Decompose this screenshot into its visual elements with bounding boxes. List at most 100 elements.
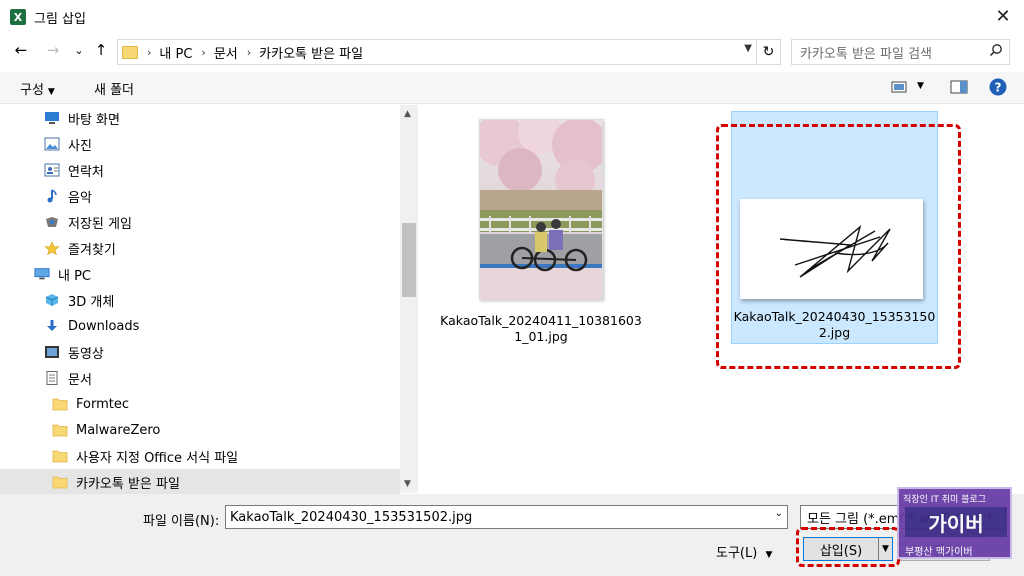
recent-locations-button[interactable]: ⌄ (68, 39, 90, 61)
tree-item[interactable]: Formtec (0, 391, 400, 417)
search-icon (989, 43, 1003, 61)
tools-label: 도구(L) (716, 546, 758, 561)
tree-item-label: 즐겨찾기 (68, 242, 116, 258)
favorites-icon (44, 241, 60, 255)
svg-text:?: ? (995, 81, 1002, 95)
tree-item-label: Downloads (68, 318, 140, 334)
tree-item-label: Formtec (76, 396, 129, 412)
tree-item-label: 카카오톡 받은 파일 (76, 476, 180, 492)
tree-item-label: 문서 (68, 372, 92, 388)
tools-button[interactable]: 도구(L) ▼ (716, 542, 772, 561)
organize-label: 구성 (20, 83, 44, 98)
file-name-line: KakaoTalk_20240411_10381603 (440, 313, 642, 328)
new-folder-button[interactable]: 새 폴더 (94, 79, 134, 98)
watermark-top-text: 직장인 IT 취미 블로그 (903, 495, 986, 505)
tree-item-label: 동영상 (68, 346, 104, 362)
watermark-bottom-text: 부평산 맥가이버 (905, 547, 973, 558)
excel-icon: X (10, 9, 26, 25)
file-name-line: 1_01.jpg (514, 329, 568, 344)
tree-item-label: 바탕 화면 (68, 112, 120, 128)
documents-icon (44, 371, 60, 385)
folder-icon (52, 449, 68, 463)
tree-item[interactable]: 사진 (0, 131, 400, 157)
tree-item[interactable]: 3D 개체 (0, 287, 400, 313)
annotation-highlight (796, 527, 900, 567)
photo-thumbnail (479, 119, 603, 300)
saved-games-icon (44, 215, 60, 229)
scrollbar-thumb[interactable] (402, 223, 416, 297)
view-dropdown-icon[interactable]: ▼ (917, 81, 924, 91)
insert-picture-dialog: X 그림 삽입 ✕ ← → ⌄ ↑ › 내 PC › 문서 › 카카오톡 받은 … (0, 0, 1024, 576)
folder-icon (122, 45, 138, 59)
pc-icon (34, 267, 50, 281)
contacts-icon (44, 163, 60, 177)
tree-scrollbar[interactable]: ▲ ▼ (400, 105, 418, 493)
title-bar: X 그림 삽입 ✕ (0, 0, 1024, 32)
desktop-icon (44, 111, 60, 125)
filename-label: 파일 이름(N): (143, 514, 220, 529)
tree-item[interactable]: Downloads (0, 313, 400, 339)
refresh-icon[interactable]: ↻ (756, 40, 780, 64)
tree-item[interactable]: 내 PC (0, 261, 400, 287)
forward-button[interactable]: → (42, 39, 64, 61)
up-button[interactable]: ↑ (90, 39, 112, 61)
caret-down-icon: ▼ (47, 87, 55, 97)
downloads-icon (44, 319, 60, 333)
search-input[interactable]: 카카오톡 받은 파일 검색 (791, 39, 1010, 65)
command-bar: 구성 ▼ 새 폴더 ▼ ? (0, 72, 1024, 104)
breadcrumb-pc[interactable]: 내 PC (159, 43, 192, 62)
chevron-right-icon: › (147, 45, 152, 59)
chevron-right-icon: › (246, 45, 252, 59)
scroll-up-icon[interactable]: ▲ (404, 109, 411, 119)
navigation-tree: 바탕 화면사진연락처음악저장된 게임즐겨찾기내 PC 3D 개체 Downloads… (0, 105, 418, 495)
address-bar[interactable]: › 내 PC › 문서 › 카카오톡 받은 파일 ▼ ↻ (117, 39, 781, 65)
view-options-icon[interactable] (891, 80, 907, 98)
file-name: KakaoTalk_20240411_10381603 1_01.jpg (432, 313, 650, 345)
tree-item[interactable]: 저장된 게임 (0, 209, 400, 235)
back-button[interactable]: ← (10, 39, 32, 61)
blog-watermark: 직장인 IT 취미 블로그 가이버 부평산 맥가이버 (897, 487, 1012, 559)
tree-item-label: 내 PC (58, 268, 92, 284)
tree-item[interactable]: 문서 (0, 365, 400, 391)
chevron-down-icon[interactable]: ▼ (744, 43, 752, 54)
folder-icon (52, 397, 68, 411)
tree-item[interactable]: 즐겨찾기 (0, 235, 400, 261)
watermark-logo: 가이버 (905, 507, 1007, 537)
breadcrumb: › 내 PC › 문서 › 카카오톡 받은 파일 (138, 43, 363, 62)
tree-item-label: 사용자 지정 Office 서식 파일 (76, 450, 239, 466)
annotation-highlight (716, 124, 961, 369)
tree-item[interactable]: 사용자 지정 Office 서식 파일 (0, 443, 400, 469)
tree-item[interactable]: 카카오톡 받은 파일 (0, 469, 400, 495)
breadcrumb-documents[interactable]: 문서 (214, 43, 238, 62)
folder-icon (52, 475, 68, 489)
chevron-right-icon: › (201, 45, 206, 59)
organize-button[interactable]: 구성 ▼ (20, 79, 55, 98)
preview-pane-icon[interactable] (950, 80, 968, 98)
tree-item-label: 연락처 (68, 164, 104, 180)
tree-item-label: MalwareZero (76, 422, 161, 438)
close-button[interactable]: ✕ (990, 4, 1016, 28)
tree-item[interactable]: 동영상 (0, 339, 400, 365)
folder-icon (52, 423, 68, 437)
tree-item-label: 3D 개체 (68, 294, 115, 310)
navigation-bar: ← → ⌄ ↑ › 내 PC › 문서 › 카카오톡 받은 파일 ▼ ↻ 카카오… (0, 36, 1024, 66)
caret-down-icon: ▼ (765, 550, 773, 560)
tree-item[interactable]: MalwareZero (0, 417, 400, 443)
chevron-down-icon[interactable]: ⌄ (775, 508, 783, 519)
tree-item-label: 저장된 게임 (68, 216, 132, 232)
videos-icon (44, 345, 60, 359)
help-icon[interactable]: ? (989, 78, 1007, 100)
3d-objects-icon (44, 293, 60, 307)
scroll-down-icon[interactable]: ▼ (404, 479, 411, 489)
file-item-photo[interactable]: KakaoTalk_20240411_10381603 1_01.jpg (432, 111, 650, 351)
pictures-icon (44, 137, 60, 151)
tree-item-label: 음악 (68, 190, 92, 206)
tree-item[interactable]: 연락처 (0, 157, 400, 183)
breadcrumb-kakaotalk[interactable]: 카카오톡 받은 파일 (259, 43, 363, 62)
tree-item[interactable]: 음악 (0, 183, 400, 209)
tree-item-label: 사진 (68, 138, 92, 154)
music-icon (44, 189, 60, 203)
filename-input[interactable]: KakaoTalk_20240430_153531502.jpg ⌄ (225, 505, 788, 529)
tree-item[interactable]: 바탕 화면 (0, 105, 400, 131)
filename-value: KakaoTalk_20240430_153531502.jpg (230, 509, 473, 525)
